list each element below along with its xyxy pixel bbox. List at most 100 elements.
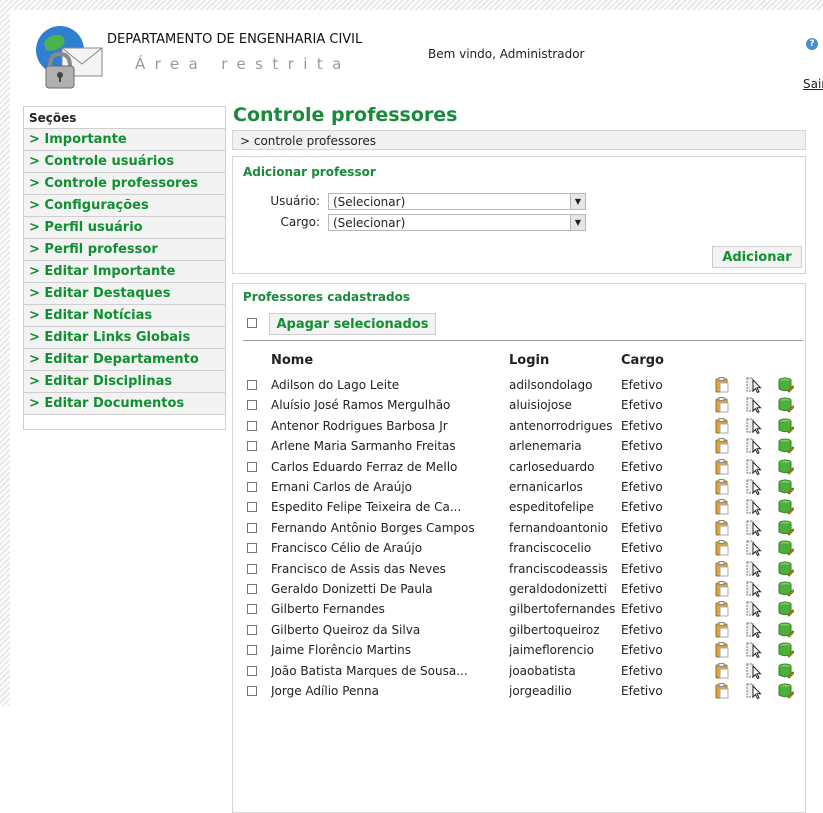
select-cursor-icon[interactable] <box>746 581 762 598</box>
db-edit-icon[interactable] <box>778 377 795 393</box>
help-icon[interactable]: ? <box>806 38 818 50</box>
clipboard-icon[interactable] <box>714 458 730 475</box>
db-edit-icon[interactable] <box>778 540 795 556</box>
sidebar-item[interactable]: > Editar Disciplinas <box>24 370 225 392</box>
clipboard-icon[interactable] <box>714 662 730 679</box>
db-edit-icon[interactable] <box>778 397 795 414</box>
db-edit-icon[interactable] <box>778 663 795 679</box>
row-checkbox[interactable] <box>247 482 257 492</box>
logout-link[interactable]: Sair <box>803 77 823 91</box>
select-all-checkbox[interactable] <box>247 318 257 328</box>
sidebar-item[interactable]: > Editar Departamento <box>24 348 225 370</box>
sidebar-item[interactable]: > Editar Notícias <box>24 304 225 326</box>
sidebar-item[interactable]: > Editar Links Globais <box>24 326 225 348</box>
db-edit-icon[interactable] <box>778 418 795 434</box>
chevron-down-icon: ▼ <box>570 194 585 209</box>
select-cursor-icon[interactable] <box>746 683 762 700</box>
select-cursor-icon[interactable] <box>746 479 762 496</box>
select-cursor-icon[interactable] <box>746 540 762 557</box>
usuario-select[interactable]: (Selecionar) ▼ <box>328 193 586 210</box>
select-cursor-icon[interactable] <box>746 438 762 455</box>
select-cursor-icon[interactable] <box>746 642 762 659</box>
delete-selected-button[interactable]: Apagar selecionados <box>269 313 436 335</box>
clipboard-icon[interactable] <box>714 560 730 577</box>
db-edit-icon[interactable] <box>778 499 795 516</box>
row-checkbox[interactable] <box>247 420 257 431</box>
professors-list-panel: Professores cadastrados Apagar seleciona… <box>232 283 806 813</box>
cargo-select[interactable]: (Selecionar) ▼ <box>328 214 586 231</box>
clipboard-icon[interactable] <box>714 601 730 617</box>
sidebar-item[interactable]: > Importante <box>24 128 225 150</box>
usuario-select-value: (Selecionar) <box>333 195 406 209</box>
row-checkbox[interactable] <box>247 584 257 594</box>
row-checkbox[interactable] <box>247 624 257 635</box>
select-cursor-icon[interactable] <box>746 418 762 434</box>
db-edit-icon[interactable] <box>778 438 795 454</box>
clipboard-icon[interactable] <box>714 581 730 597</box>
clipboard-icon[interactable] <box>714 479 730 495</box>
db-edit-icon[interactable] <box>778 622 795 638</box>
table-row: Adilson do Lago Leite adilsondolago Efetiv… <box>233 375 807 395</box>
clipboard-icon[interactable] <box>714 519 730 536</box>
select-cursor-icon[interactable] <box>746 377 762 394</box>
clipboard-icon[interactable] <box>714 417 730 434</box>
row-checkbox[interactable] <box>247 645 257 656</box>
row-checkbox[interactable] <box>247 522 257 533</box>
professor-name: Aluísio José Ramos Mergulhão <box>271 398 451 413</box>
db-edit-icon[interactable] <box>778 479 795 495</box>
row-checkbox[interactable] <box>247 441 257 452</box>
sidebar-item[interactable]: > Controle usuários <box>24 150 225 172</box>
row-checkbox[interactable] <box>247 461 257 472</box>
clipboard-icon[interactable] <box>714 397 730 413</box>
select-cursor-icon[interactable] <box>746 622 762 638</box>
sidebar-item[interactable]: > Editar Importante <box>24 260 225 282</box>
clipboard-icon[interactable] <box>714 621 730 638</box>
db-edit-icon[interactable] <box>778 642 795 658</box>
sidebar-item[interactable]: > Controle professores <box>24 172 225 194</box>
db-edit-icon[interactable] <box>778 581 795 597</box>
select-cursor-icon[interactable] <box>746 520 762 536</box>
professor-login: espeditofelipe <box>509 500 594 515</box>
clipboard-icon[interactable] <box>714 683 730 699</box>
row-checkbox[interactable] <box>247 400 257 411</box>
clipboard-icon[interactable] <box>714 499 730 515</box>
row-checkbox[interactable] <box>247 502 257 513</box>
sidebar-item[interactable]: > Configurações <box>24 194 225 216</box>
table-row: Aluísio José Ramos Mergulhão aluisiojose E… <box>233 395 807 415</box>
clipboard-icon[interactable] <box>714 438 730 454</box>
row-checkbox[interactable] <box>247 563 257 574</box>
sidebar-item[interactable]: > Perfil usuário <box>24 216 225 238</box>
select-cursor-icon[interactable] <box>746 601 762 618</box>
clipboard-icon[interactable] <box>714 540 730 556</box>
table-header: Nome Login Cargo <box>233 353 807 371</box>
professor-name: Ernani Carlos de Araújo <box>271 480 413 494</box>
sidebar-item[interactable]: > Editar Destaques <box>24 282 225 304</box>
select-cursor-icon[interactable] <box>746 397 762 414</box>
clipboard-icon[interactable] <box>714 642 730 658</box>
column-header-cargo: Cargo <box>621 353 664 368</box>
table-row: Fernando Antônio Borges Campos fernandoan… <box>233 518 807 538</box>
sidebar-item[interactable]: > Editar Documentos <box>24 392 225 415</box>
add-button[interactable]: Adicionar <box>712 246 802 268</box>
db-edit-icon[interactable] <box>778 601 795 618</box>
db-edit-icon[interactable] <box>778 683 795 699</box>
sidebar-item[interactable]: > Perfil professor <box>24 238 225 260</box>
row-checkbox[interactable] <box>247 604 257 615</box>
page-title: Controle professores <box>233 104 458 126</box>
select-cursor-icon[interactable] <box>746 561 762 577</box>
professor-login: geraldodonizetti <box>509 582 607 596</box>
row-checkbox[interactable] <box>247 380 257 390</box>
select-cursor-icon[interactable] <box>746 499 762 516</box>
row-checkbox[interactable] <box>247 686 257 696</box>
row-checkbox[interactable] <box>247 543 257 554</box>
db-edit-icon[interactable] <box>778 561 795 577</box>
table-row: Jorge Adílio Penna jorgeadilio Efetivo <box>233 681 807 701</box>
professor-name: Carlos Eduardo Ferraz de Mello <box>271 459 458 474</box>
row-checkbox[interactable] <box>247 665 257 676</box>
clipboard-icon[interactable] <box>714 377 730 393</box>
select-cursor-icon[interactable] <box>746 663 762 679</box>
select-cursor-icon[interactable] <box>746 459 762 475</box>
professor-cargo: Efetivo <box>621 684 663 698</box>
db-edit-icon[interactable] <box>778 520 795 536</box>
db-edit-icon[interactable] <box>778 459 795 475</box>
